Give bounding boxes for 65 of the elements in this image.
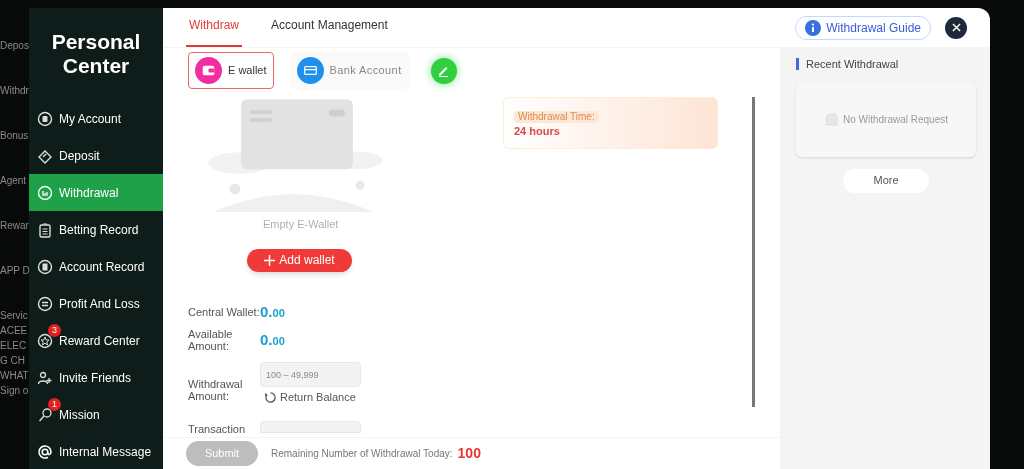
- balance-amount: 0.00: [260, 302, 285, 322]
- menu-item[interactable]: Sign o: [0, 385, 29, 397]
- pencil-icon: [437, 64, 451, 77]
- add-wallet-button[interactable]: Add wallet: [247, 248, 352, 272]
- wallet-icon: [195, 57, 222, 84]
- notification-badge: 3: [48, 324, 61, 337]
- record-icon: [37, 258, 53, 275]
- sidebar-item[interactable]: Profit And Loss: [29, 285, 163, 322]
- sidebar-item[interactable]: Withdrawal: [29, 174, 163, 211]
- plus-icon: [264, 254, 276, 266]
- menu-item[interactable]: Withdr: [0, 85, 29, 97]
- menu-item[interactable]: ACEE: [0, 325, 29, 337]
- remaining-count: 100: [457, 444, 481, 463]
- remaining-label: Remaining Number of Withdrawal Today:: [271, 447, 453, 461]
- more-button[interactable]: More: [843, 168, 929, 193]
- empty-wallet-text: Empty E-Wallet: [263, 217, 340, 233]
- sidebar-item[interactable]: Mission 1: [29, 396, 163, 433]
- list-icon: [37, 295, 53, 312]
- field-label: Transaction: [188, 421, 247, 437]
- sidebar-item[interactable]: Invite Friends: [29, 359, 163, 396]
- menu-item[interactable]: Bonus: [0, 130, 29, 142]
- menu-item[interactable]: Depos: [0, 40, 29, 52]
- recent-title: Recent Withdrawal: [806, 57, 899, 72]
- close-button[interactable]: [945, 16, 967, 39]
- chart-icon: [37, 184, 53, 201]
- amount-field[interactable]: 100 – 49,999: [260, 362, 361, 387]
- sidebar-item[interactable]: Deposit: [29, 137, 163, 174]
- card-icon: [296, 57, 324, 84]
- add-person-icon: [37, 369, 53, 386]
- at-icon: [37, 443, 53, 460]
- tab[interactable]: Withdraw: [186, 16, 242, 47]
- withdrawal-time-value: 24 hours: [514, 124, 561, 139]
- transaction-field[interactable]: [260, 420, 361, 433]
- menu-item[interactable]: G CH: [0, 355, 29, 367]
- info-icon: [805, 19, 822, 36]
- empty-text: No Withdrawal Request: [842, 113, 948, 127]
- sidebar-item[interactable]: Internal Message: [29, 433, 163, 469]
- menu-item[interactable]: APP D: [0, 265, 29, 277]
- menu-item[interactable]: Rewar: [0, 220, 29, 232]
- sidebar-item[interactable]: Account Record: [29, 248, 163, 285]
- refresh-icon: [264, 390, 277, 404]
- menu-item[interactable]: Agent: [0, 175, 29, 187]
- withdrawal-time-label: Withdrawal Time:: [514, 111, 599, 123]
- sidebar-item[interactable]: My Account: [29, 100, 163, 137]
- field-label: Available Amount:: [188, 328, 234, 352]
- tab[interactable]: Account Management: [268, 16, 391, 47]
- search-icon: [37, 406, 53, 423]
- menu-item[interactable]: Servic: [0, 310, 29, 322]
- clipboard-icon: [37, 221, 53, 238]
- menu-item[interactable]: ELEC: [0, 340, 29, 352]
- return-balance-link[interactable]: Return Balance: [280, 389, 356, 406]
- bank-account-button[interactable]: Bank Account: [289, 52, 409, 89]
- field-label: Central Wallet:: [188, 306, 260, 318]
- sidebar-item[interactable]: Reward Center 3: [29, 322, 163, 359]
- account-icon: [37, 110, 53, 127]
- notification-badge: 1: [48, 398, 61, 411]
- field-label: Withdrawal Amount:: [188, 377, 244, 404]
- edit-button[interactable]: [430, 57, 457, 84]
- sidebar-title: Personal Center: [50, 29, 142, 79]
- sidebar-item[interactable]: Betting Record: [29, 211, 163, 248]
- inbox-icon: [823, 113, 839, 126]
- close-icon: [951, 23, 961, 32]
- e-wallet-button[interactable]: E wallet: [188, 52, 274, 89]
- balance-amount: 0.00: [260, 330, 285, 350]
- menu-item[interactable]: WHAT: [0, 370, 29, 382]
